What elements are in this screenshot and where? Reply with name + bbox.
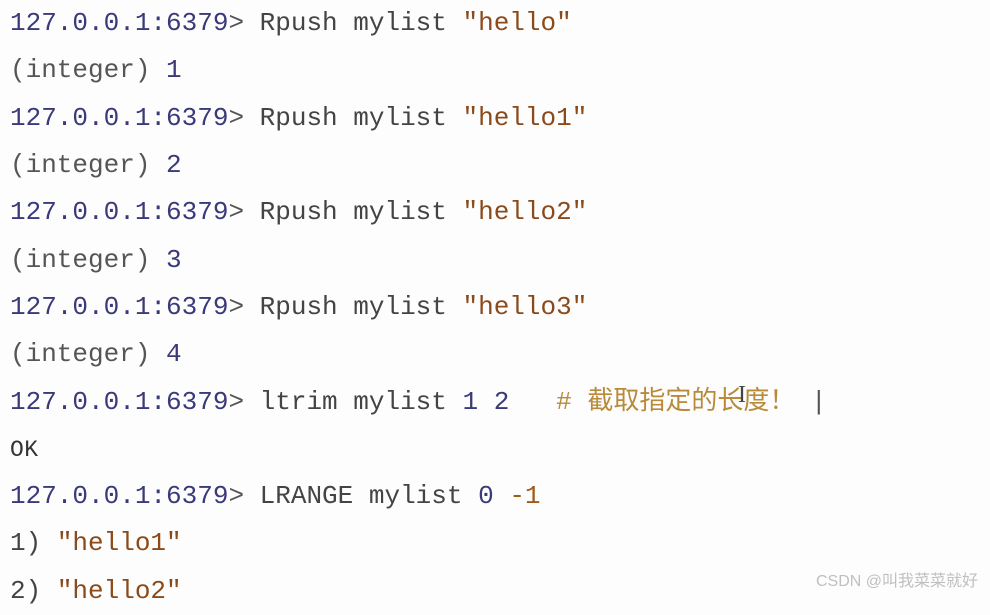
- str-text: "hello2": [462, 197, 587, 227]
- cmd-text: Rpush mylist: [244, 197, 462, 227]
- cmd-text: [494, 481, 510, 511]
- cmd-text: ltrim mylist: [244, 387, 462, 417]
- num-text: 2: [166, 150, 182, 180]
- prompt-separator: >: [228, 103, 244, 133]
- num-text: 0: [478, 481, 494, 511]
- terminal-line: 127.0.0.1:6379> LRANGE mylist 0 -1: [10, 473, 980, 520]
- str-text: "hello3": [462, 292, 587, 322]
- prompt: 127.0.0.1:6379: [10, 103, 228, 133]
- prompt: 127.0.0.1:6379: [10, 8, 228, 38]
- prompt: 127.0.0.1:6379: [10, 197, 228, 227]
- terminal-line: (integer) 1: [10, 47, 980, 94]
- resp-text: (integer): [10, 245, 166, 275]
- resp-text: (integer): [10, 150, 166, 180]
- idx-text: 2): [10, 576, 57, 606]
- neg-text: -1: [509, 481, 540, 511]
- terminal-line: (integer) 3: [10, 237, 980, 284]
- terminal-line: 1) "hello1": [10, 520, 980, 567]
- cmd-text: Rpush mylist: [244, 8, 462, 38]
- num-text: 2: [494, 387, 510, 417]
- resp-text: (integer): [10, 55, 166, 85]
- prompt-separator: >: [228, 197, 244, 227]
- num-text: 3: [166, 245, 182, 275]
- terminal-line: (integer) 4: [10, 331, 980, 378]
- resp-text: (integer): [10, 339, 166, 369]
- str-text: "hello1": [462, 103, 587, 133]
- str-text: "hello": [462, 8, 571, 38]
- num-text: 1: [166, 55, 182, 85]
- cmd-text: [509, 387, 556, 417]
- watermark-text: CSDN @叫我菜菜就好: [816, 567, 978, 596]
- idx-text: 1): [10, 528, 57, 558]
- prompt: 127.0.0.1:6379: [10, 292, 228, 322]
- input-cursor: |: [795, 387, 826, 417]
- prompt: 127.0.0.1:6379: [10, 387, 228, 417]
- terminal-line: OK: [10, 426, 980, 473]
- terminal-output[interactable]: 127.0.0.1:6379> Rpush mylist "hello"(int…: [10, 0, 980, 615]
- str-text: "hello1": [57, 528, 182, 558]
- terminal-line: (integer) 2: [10, 142, 980, 189]
- prompt-separator: >: [228, 481, 244, 511]
- ok-text: OK: [10, 437, 39, 463]
- cmd-text: Rpush mylist: [244, 292, 462, 322]
- terminal-line: 127.0.0.1:6379> Rpush mylist "hello2": [10, 189, 980, 236]
- prompt: 127.0.0.1:6379: [10, 481, 228, 511]
- comment-text: # 截取指定的长度！: [556, 387, 795, 417]
- terminal-line: 127.0.0.1:6379> Rpush mylist "hello1": [10, 95, 980, 142]
- prompt-separator: >: [228, 387, 244, 417]
- terminal-line: 127.0.0.1:6379> Rpush mylist "hello3": [10, 284, 980, 331]
- num-text: 1: [462, 387, 478, 417]
- cmd-text: LRANGE mylist: [244, 481, 478, 511]
- terminal-line: 127.0.0.1:6379> ltrim mylist 1 2 # 截取指定的…: [10, 379, 980, 426]
- cmd-text: [478, 387, 494, 417]
- cmd-text: Rpush mylist: [244, 103, 462, 133]
- terminal-line: 127.0.0.1:6379> Rpush mylist "hello": [10, 0, 980, 47]
- prompt-separator: >: [228, 8, 244, 38]
- num-text: 4: [166, 339, 182, 369]
- prompt-separator: >: [228, 292, 244, 322]
- str-text: "hello2": [57, 576, 182, 606]
